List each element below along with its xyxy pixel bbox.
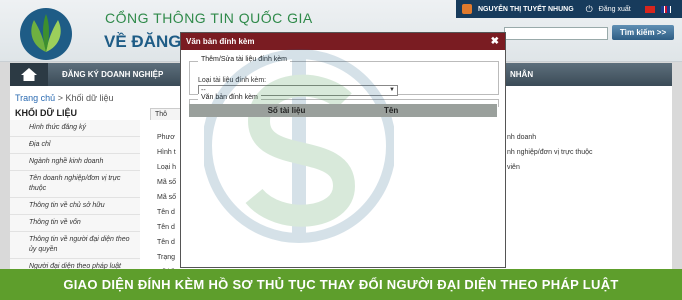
form-label: Mã số bbox=[157, 194, 177, 201]
form-label: Trạng bbox=[157, 254, 176, 261]
form-label: Loại h bbox=[157, 164, 177, 171]
user-name[interactable]: NGUYỄN THỊ TUYẾT NHUNG bbox=[478, 6, 574, 13]
power-icon[interactable]: ⏻ bbox=[586, 4, 593, 15]
home-icon bbox=[21, 68, 37, 81]
form-label: Tên d bbox=[157, 224, 175, 231]
sidebar-item[interactable]: Thông tin về người đại diện theo ủy quyề… bbox=[10, 232, 140, 259]
right-info: nh doanh nh nghiệp/đơn vị trực thuộc viê… bbox=[507, 130, 593, 175]
portal-subtitle: VỀ ĐĂNG bbox=[104, 32, 182, 51]
sidebar-item[interactable]: Hình thức đăng ký bbox=[10, 120, 140, 137]
right-info-line[interactable]: nh doanh bbox=[507, 130, 593, 145]
breadcrumb-current: Khối dữ liệu bbox=[65, 93, 114, 103]
portal-title: CỔNG THÔNG TIN QUỐC GIA bbox=[105, 10, 313, 26]
watermark-dollar-icon bbox=[204, 49, 394, 243]
form-label: Phươ bbox=[157, 134, 175, 141]
sidebar-item[interactable]: Thông tin về vốn bbox=[10, 215, 140, 232]
caption-banner: GIAO DIỆN ĐÍNH KÈM HỒ SƠ THỦ TỤC THAY ĐỔ… bbox=[0, 269, 682, 300]
right-info-line[interactable]: viên bbox=[507, 160, 593, 175]
form-labels: Phươ Hình t Loại h Mã số Mã số Tên d Tên… bbox=[157, 130, 176, 280]
search-button[interactable]: Tìm kiếm >> bbox=[612, 25, 674, 40]
column-header-name[interactable]: Tên bbox=[384, 104, 497, 117]
nav-item-business-registration[interactable]: ĐĂNG KÝ DOANH NGHIỆP bbox=[62, 63, 163, 86]
user-icon bbox=[462, 4, 472, 14]
portal-logo[interactable] bbox=[10, 6, 82, 62]
sidebar-item[interactable]: Thông tin về chủ sở hữu bbox=[10, 198, 140, 215]
breadcrumb-separator: > bbox=[55, 93, 66, 103]
sidebar-list: Hình thức đăng ký Địa chỉ Ngành nghề kin… bbox=[10, 120, 140, 276]
english-flag-icon[interactable] bbox=[660, 5, 671, 13]
form-label: Hình t bbox=[157, 149, 176, 156]
close-icon[interactable]: ✖ bbox=[491, 33, 499, 50]
breadcrumb-home[interactable]: Trang chủ bbox=[15, 93, 55, 103]
form-label: Tên d bbox=[157, 209, 175, 216]
search-input[interactable] bbox=[504, 27, 608, 40]
column-header-document-number[interactable]: Số tài liệu bbox=[189, 104, 384, 117]
sidebar-item[interactable]: Tên doanh nghiệp/đơn vị trực thuộc bbox=[10, 171, 140, 198]
nav-home[interactable] bbox=[10, 63, 48, 86]
nav-item-personal[interactable]: NHÂN bbox=[510, 63, 533, 86]
logout-link[interactable]: Đăng xuất bbox=[599, 6, 631, 13]
breadcrumb: Trang chủ > Khối dữ liệu bbox=[15, 93, 114, 103]
sidebar-heading: KHỐI DỮ LIỆU bbox=[15, 108, 77, 118]
documents-table-header: Số tài liệu Tên bbox=[189, 104, 497, 117]
sidebar-item[interactable]: Địa chỉ bbox=[10, 137, 140, 154]
form-label: Tên d bbox=[157, 239, 175, 246]
user-bar: NGUYỄN THỊ TUYẾT NHUNG ⏻ Đăng xuất bbox=[456, 0, 682, 18]
form-label: Mã số bbox=[157, 179, 177, 186]
sidebar-item[interactable]: Ngành nghề kinh doanh bbox=[10, 154, 140, 171]
right-info-line[interactable]: nh nghiệp/đơn vị trực thuộc bbox=[507, 145, 593, 160]
vietnam-flag-icon[interactable] bbox=[644, 5, 655, 13]
